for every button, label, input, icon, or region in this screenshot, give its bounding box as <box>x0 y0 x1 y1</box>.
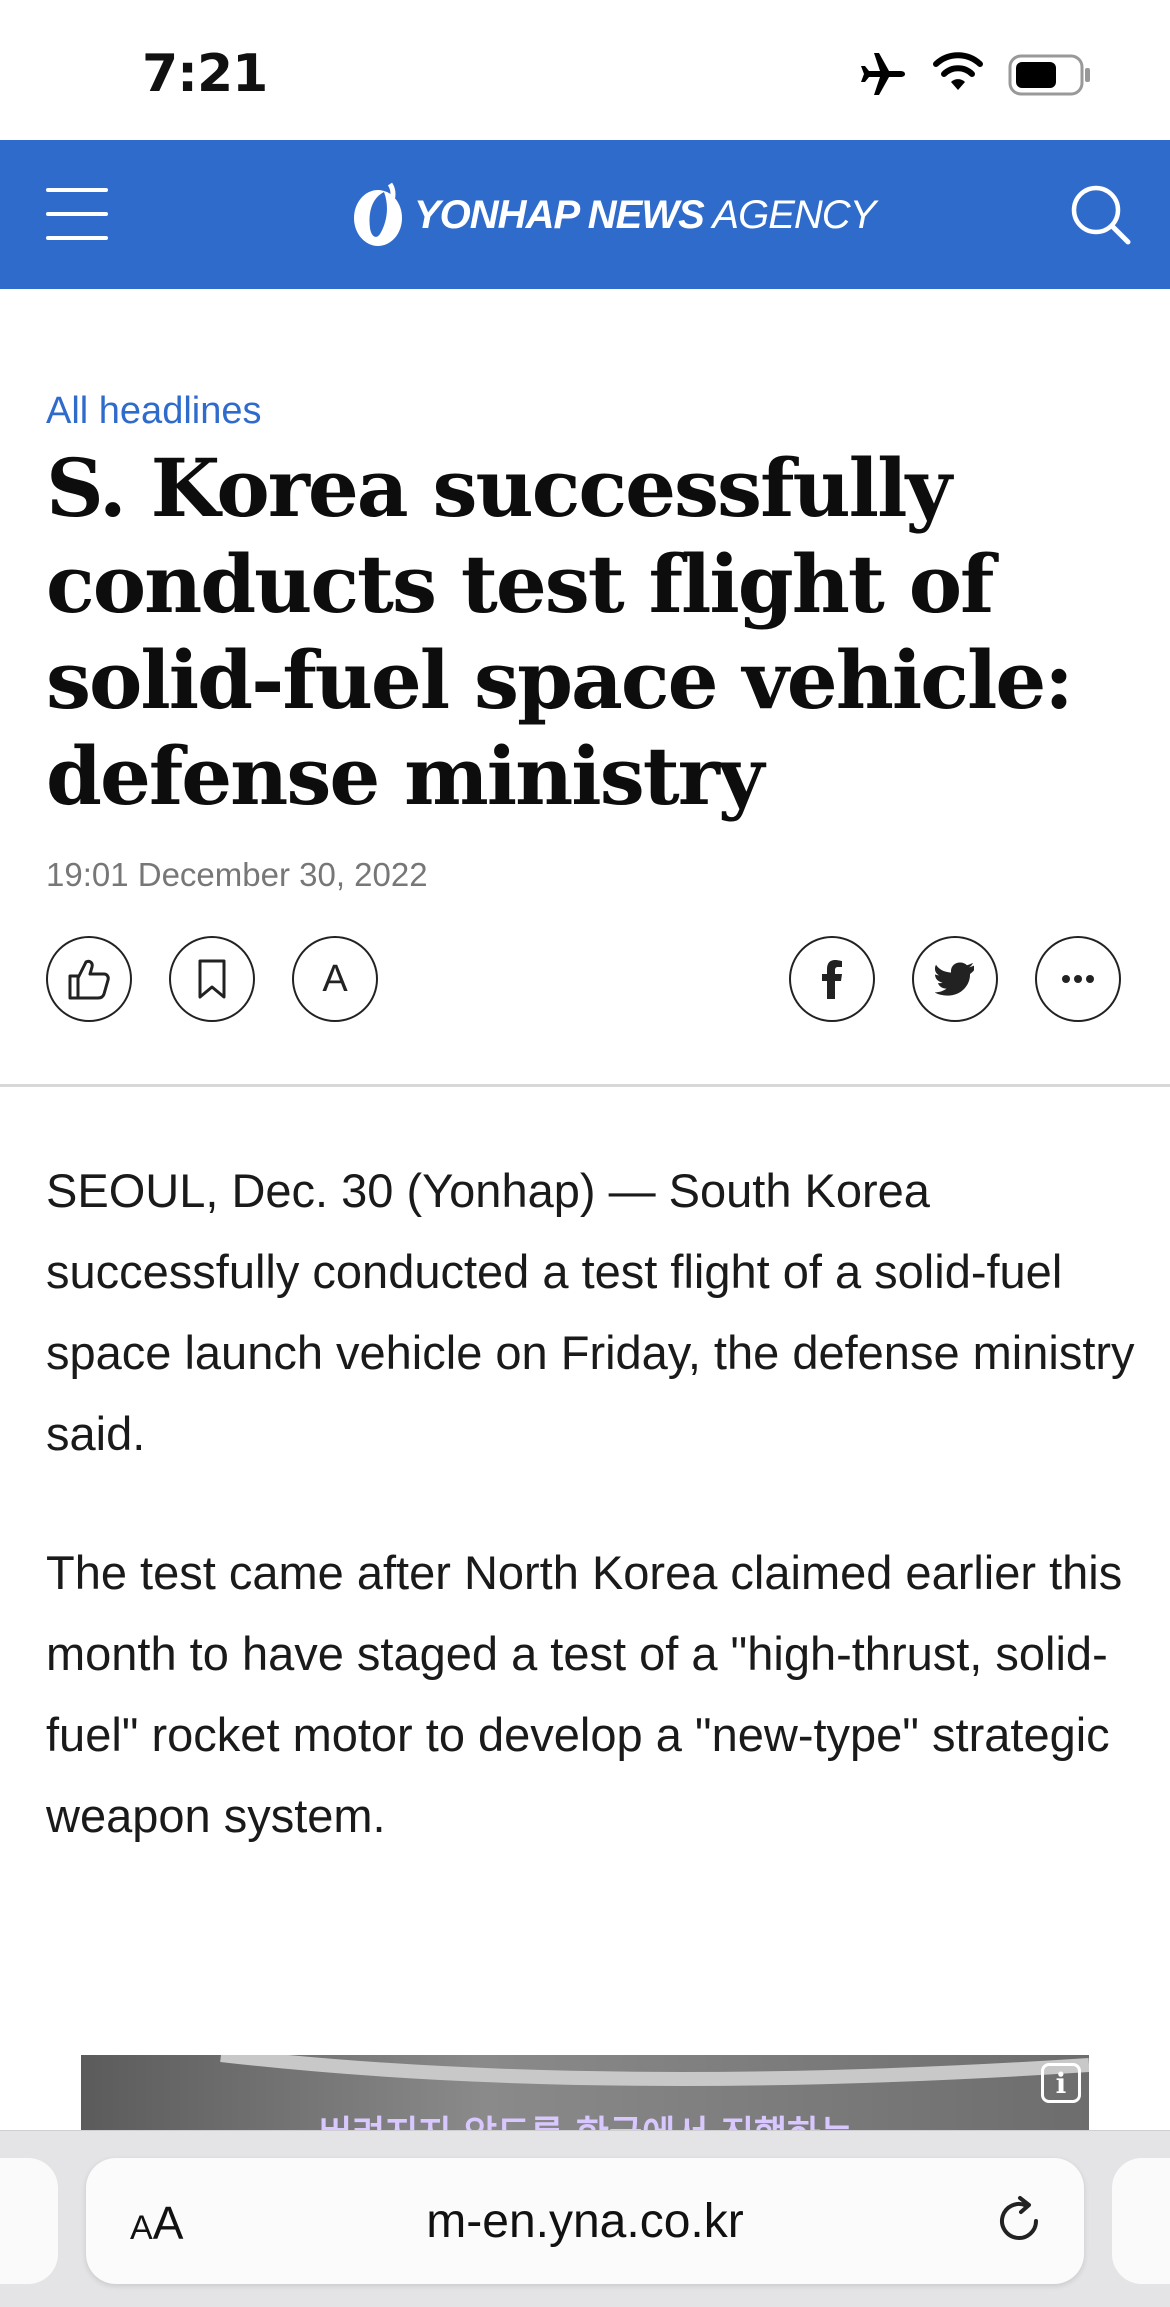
article-paragraph: SEOUL, Dec. 30 (Yonhap) — South Korea su… <box>46 1164 1135 1460</box>
yonhap-logo[interactable]: YONHAP NEWS AGENCY <box>350 178 876 252</box>
wifi-icon <box>933 52 983 90</box>
font-size-button[interactable]: A <box>292 936 378 1022</box>
search-icon[interactable] <box>1068 182 1132 246</box>
next-tab-preview[interactable] <box>1112 2158 1170 2284</box>
like-icon <box>68 959 110 1000</box>
site-header: YONHAP NEWS AGENCY <box>0 140 1170 289</box>
menu-icon[interactable] <box>46 188 108 240</box>
bookmark-button[interactable] <box>169 936 255 1022</box>
article-paragraph: The test came after North Korea claimed … <box>46 1546 1123 1842</box>
article-video[interactable]: 버려지지 않도록 한국에서 진행하는 i <box>81 2055 1089 2135</box>
reload-icon[interactable] <box>992 2194 1046 2248</box>
logo-bold-text: YONHAP NEWS <box>414 192 705 237</box>
battery-icon <box>1008 54 1090 96</box>
info-icon[interactable]: i <box>1041 2063 1081 2103</box>
previous-tab-preview[interactable] <box>0 2158 58 2284</box>
twitter-share-button[interactable] <box>912 936 998 1022</box>
address-bar[interactable]: AA m-en.yna.co.kr <box>86 2158 1084 2284</box>
airplane-icon <box>861 53 905 95</box>
font-size-icon: A <box>322 957 348 1000</box>
section-divider <box>0 1084 1170 1087</box>
status-time: 7:21 <box>142 44 268 104</box>
bookmark-icon <box>198 959 226 999</box>
more-icon <box>1062 975 1094 983</box>
article-title: S. Korea successfully conducts test flig… <box>46 441 1074 823</box>
article-date: 19:01 December 30, 2022 <box>46 856 428 893</box>
status-bar: 7:21 <box>0 0 1170 140</box>
browser-bottom-bar: AA m-en.yna.co.kr <box>0 2130 1170 2307</box>
more-button[interactable] <box>1035 936 1121 1022</box>
like-button[interactable] <box>46 936 132 1022</box>
facebook-icon <box>822 960 842 999</box>
facebook-share-button[interactable] <box>789 936 875 1022</box>
twitter-icon <box>935 962 974 996</box>
yonhap-logo-mark-icon <box>354 182 402 246</box>
all-headlines-link[interactable]: All headlines <box>46 390 261 433</box>
logo-light-text: AGENCY <box>712 192 876 237</box>
logo-text: YONHAP NEWS AGENCY <box>414 192 876 238</box>
url-text[interactable]: m-en.yna.co.kr <box>86 2194 1084 2249</box>
